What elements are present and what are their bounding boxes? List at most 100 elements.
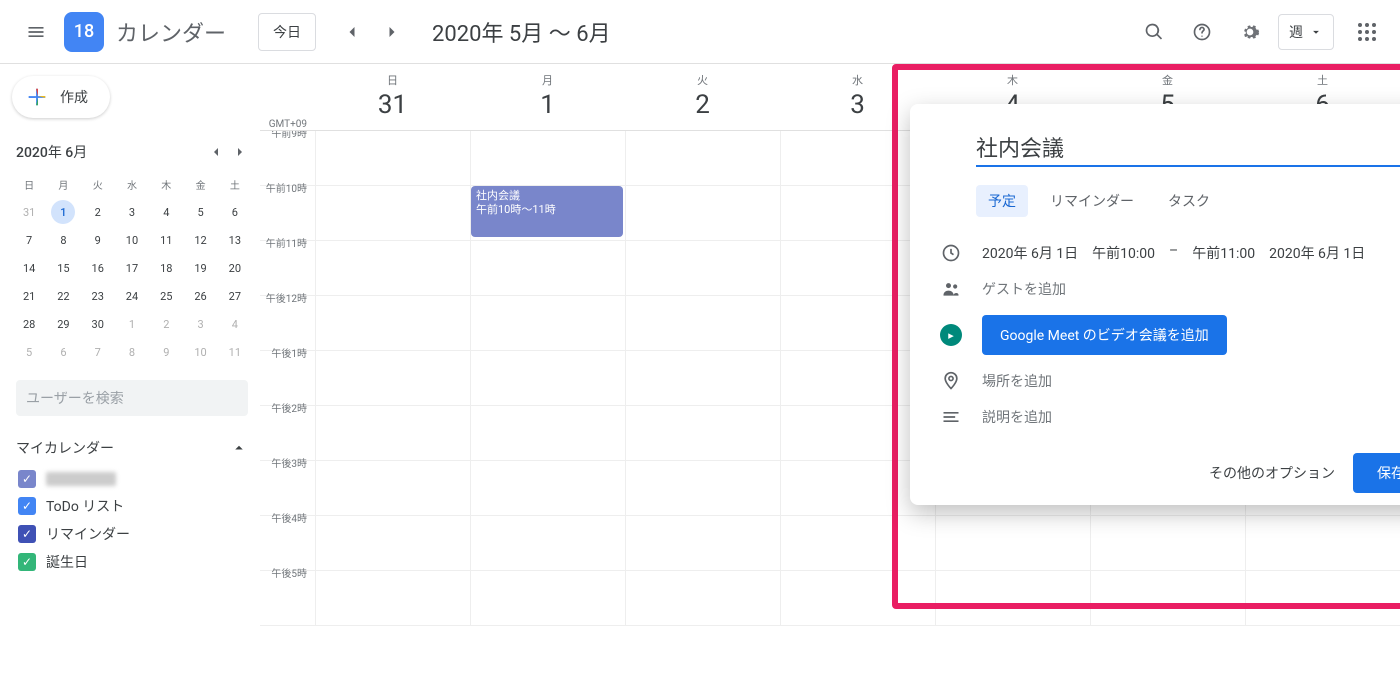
calendar-item[interactable]: ✓	[12, 466, 252, 492]
mini-day[interactable]: 26	[189, 284, 213, 308]
settings-icon[interactable]	[1230, 12, 1270, 52]
mini-day[interactable]: 27	[223, 284, 247, 308]
mini-day[interactable]: 12	[189, 228, 213, 252]
mini-day[interactable]: 6	[51, 340, 75, 364]
search-icon[interactable]	[1134, 12, 1174, 52]
time-cell[interactable]	[625, 461, 780, 515]
time-cell[interactable]	[935, 571, 1090, 625]
mini-day[interactable]: 18	[154, 256, 178, 280]
time-cell[interactable]	[625, 131, 780, 185]
mini-day[interactable]: 29	[51, 312, 75, 336]
time-cell[interactable]	[470, 296, 625, 350]
time-cell[interactable]	[625, 186, 780, 240]
time-cell[interactable]	[315, 351, 470, 405]
my-calendars-header[interactable]: マイカレンダー	[12, 430, 252, 466]
checkbox-icon[interactable]: ✓	[18, 525, 36, 543]
mini-day[interactable]: 5	[17, 340, 41, 364]
time-cell[interactable]	[315, 571, 470, 625]
people-search-input[interactable]: ユーザーを検索	[16, 380, 248, 416]
time-cell[interactable]	[315, 461, 470, 515]
checkbox-icon[interactable]: ✓	[18, 470, 36, 488]
time-cell[interactable]	[470, 131, 625, 185]
checkbox-icon[interactable]: ✓	[18, 553, 36, 571]
time-cell[interactable]	[315, 186, 470, 240]
help-icon[interactable]	[1182, 12, 1222, 52]
mini-day[interactable]: 3	[189, 312, 213, 336]
mini-day[interactable]: 22	[51, 284, 75, 308]
time-cell[interactable]	[625, 241, 780, 295]
event-type-tab[interactable]: リマインダー	[1038, 185, 1146, 217]
mini-day[interactable]: 4	[154, 200, 178, 224]
event-title-input[interactable]	[976, 130, 1400, 167]
time-cell[interactable]	[1245, 516, 1400, 570]
save-button[interactable]: 保存	[1353, 453, 1400, 493]
datetime-row[interactable]: 2020年 6月 1日 午前10:00 – 午前11:00 2020年 6月 1…	[926, 235, 1400, 271]
mini-day[interactable]: 11	[154, 228, 178, 252]
time-cell[interactable]	[315, 296, 470, 350]
mini-prev-button[interactable]	[204, 140, 228, 164]
calendar-item[interactable]: ✓ToDo リスト	[12, 492, 252, 520]
mini-calendar[interactable]: 日月火水木金土311234567891011121314151617181920…	[12, 170, 252, 366]
time-cell[interactable]	[625, 571, 780, 625]
mini-day[interactable]: 4	[223, 312, 247, 336]
time-cell[interactable]	[470, 351, 625, 405]
mini-day[interactable]: 16	[86, 256, 110, 280]
mini-day[interactable]: 11	[223, 340, 247, 364]
time-cell[interactable]	[625, 296, 780, 350]
time-cell[interactable]	[315, 131, 470, 185]
prev-week-button[interactable]	[336, 16, 368, 48]
mini-day[interactable]: 1	[120, 312, 144, 336]
time-cell[interactable]	[470, 461, 625, 515]
mini-day[interactable]: 14	[17, 256, 41, 280]
calendar-item[interactable]: ✓リマインダー	[12, 520, 252, 548]
add-google-meet-button[interactable]: Google Meet のビデオ会議を追加	[982, 315, 1227, 355]
mini-day[interactable]: 20	[223, 256, 247, 280]
event-type-tab[interactable]: タスク	[1156, 185, 1222, 217]
mini-day[interactable]: 3	[120, 200, 144, 224]
time-cell[interactable]	[1090, 571, 1245, 625]
day-header[interactable]: 日31	[315, 64, 470, 130]
mini-day[interactable]: 9	[86, 228, 110, 252]
day-header[interactable]: 月1	[470, 64, 625, 130]
mini-day[interactable]: 23	[86, 284, 110, 308]
time-cell[interactable]	[315, 516, 470, 570]
more-options-button[interactable]: その他のオプション	[1207, 455, 1337, 491]
add-description-row[interactable]: 説明を追加	[926, 399, 1400, 435]
mini-day[interactable]: 31	[17, 200, 41, 224]
mini-day[interactable]: 19	[189, 256, 213, 280]
mini-day[interactable]: 30	[86, 312, 110, 336]
mini-day[interactable]: 25	[154, 284, 178, 308]
calendar-item[interactable]: ✓誕生日	[12, 548, 252, 576]
mini-day[interactable]: 5	[189, 200, 213, 224]
mini-day[interactable]: 10	[189, 340, 213, 364]
time-cell[interactable]	[625, 516, 780, 570]
time-cell[interactable]	[470, 241, 625, 295]
time-cell[interactable]	[780, 516, 935, 570]
checkbox-icon[interactable]: ✓	[18, 497, 36, 515]
mini-day[interactable]: 17	[120, 256, 144, 280]
mini-next-button[interactable]	[228, 140, 252, 164]
time-cell[interactable]	[315, 241, 470, 295]
mini-day[interactable]: 9	[154, 340, 178, 364]
time-cell[interactable]	[935, 516, 1090, 570]
time-cell[interactable]	[470, 516, 625, 570]
mini-day[interactable]: 8	[120, 340, 144, 364]
time-cell[interactable]	[1090, 516, 1245, 570]
time-cell[interactable]	[625, 351, 780, 405]
next-week-button[interactable]	[376, 16, 408, 48]
mini-day[interactable]: 21	[17, 284, 41, 308]
mini-day[interactable]: 24	[120, 284, 144, 308]
menu-icon[interactable]	[16, 12, 56, 52]
add-guests-row[interactable]: ゲストを追加	[926, 271, 1400, 307]
event-type-tab[interactable]: 予定	[976, 185, 1028, 217]
time-cell[interactable]	[1245, 571, 1400, 625]
event-block[interactable]: 社内会議午前10時～11時	[471, 186, 623, 237]
mini-day[interactable]: 8	[51, 228, 75, 252]
create-button[interactable]: 作成	[12, 76, 110, 118]
time-cell[interactable]	[780, 571, 935, 625]
mini-day[interactable]: 10	[120, 228, 144, 252]
apps-icon[interactable]	[1350, 15, 1384, 49]
mini-day[interactable]: 28	[17, 312, 41, 336]
mini-day[interactable]: 6	[223, 200, 247, 224]
add-location-row[interactable]: 場所を追加	[926, 363, 1400, 399]
